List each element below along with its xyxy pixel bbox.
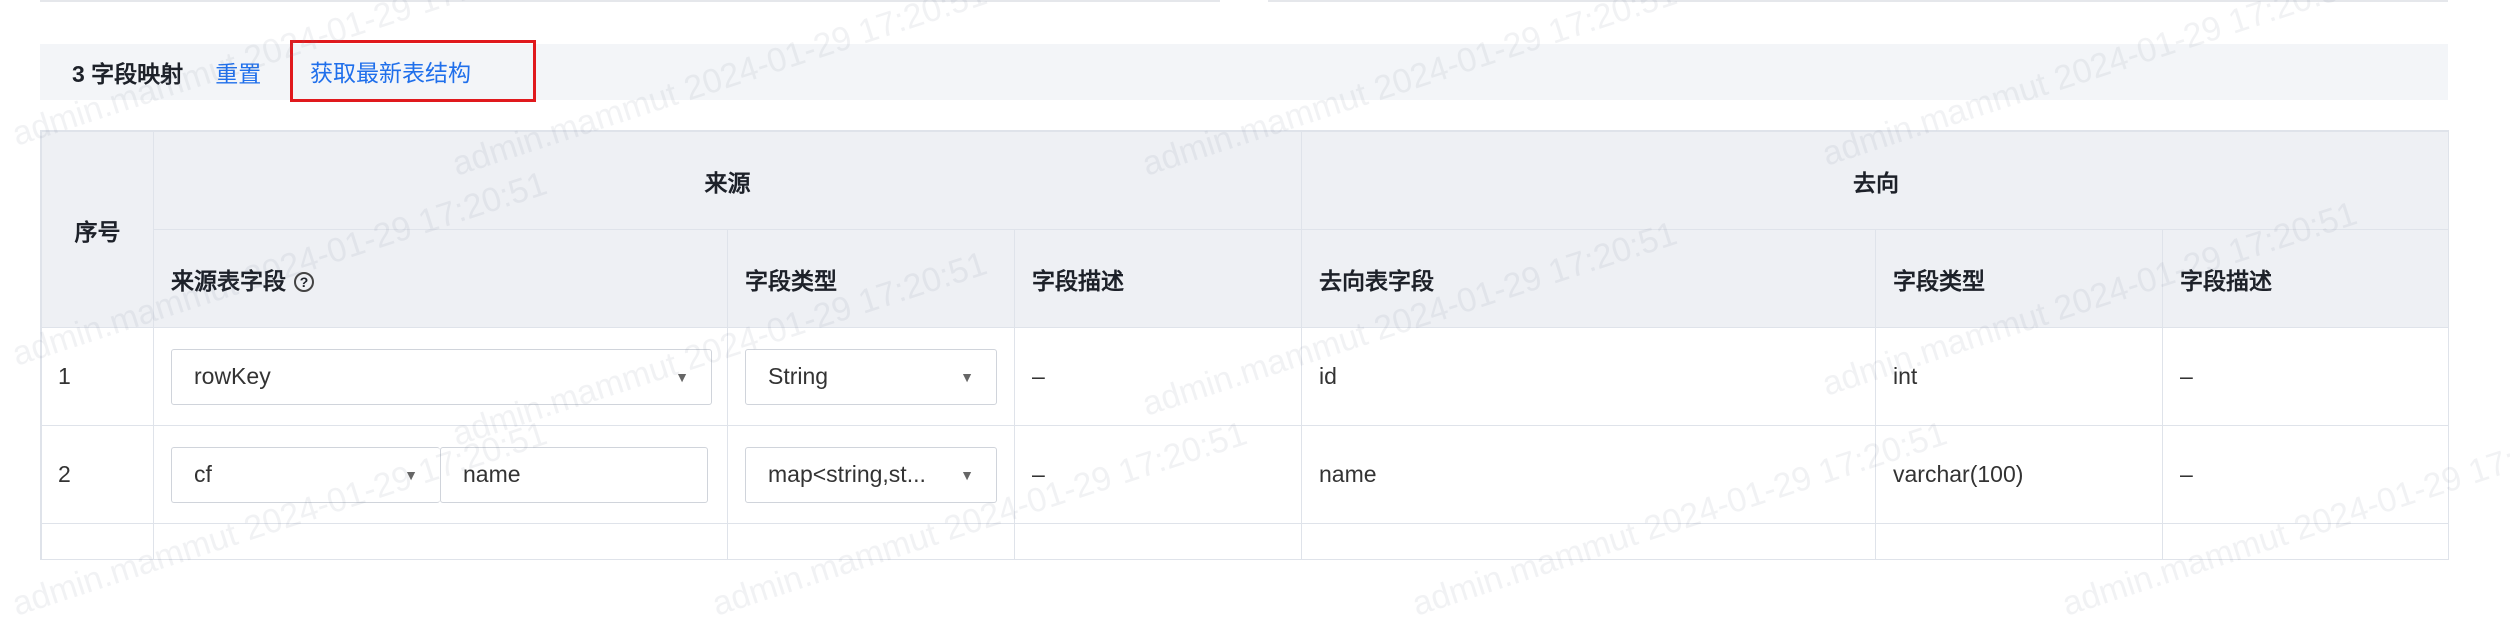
source-type-cell: String ▼ (727, 327, 1015, 426)
top-card-right-edge (1268, 0, 2448, 2)
source-type-select[interactable]: String ▼ (745, 348, 997, 405)
source-desc-cell: – (1013, 425, 1303, 524)
section-title: 3 字段映射 (72, 61, 184, 87)
target-field-cell: name (1301, 425, 1877, 524)
source-group-header: 来源 (152, 131, 1303, 230)
row-index: 1 (41, 327, 154, 426)
target-field-header: 去向表字段 (1301, 229, 1877, 328)
source-field-cell (153, 523, 728, 559)
source-field-value: rowKey (194, 363, 271, 389)
source-type-select[interactable]: map<string,st... ▼ (745, 446, 997, 503)
target-group-header: 去向 (1301, 131, 2448, 230)
source-type-value: map<string,st... (768, 461, 926, 487)
source-field-cell: rowKey ▼ (153, 327, 728, 426)
source-desc-cell: – (1013, 327, 1303, 426)
target-type-header: 字段类型 (1875, 229, 2164, 328)
column-name-value: name (463, 461, 521, 487)
column-name-input[interactable]: name (440, 446, 708, 503)
target-field-cell (1301, 523, 1877, 559)
caret-down-icon: ▼ (675, 368, 689, 385)
index-header: 序号 (41, 131, 154, 328)
source-type-cell (727, 523, 1015, 559)
fetch-latest-schema-button[interactable]: 获取最新表结构 (310, 54, 471, 88)
caret-down-icon: ▼ (404, 466, 418, 483)
table-row (41, 523, 2448, 559)
source-field-select[interactable]: rowKey ▼ (171, 348, 712, 405)
source-type-header: 字段类型 (727, 229, 1015, 328)
target-type-cell (1875, 523, 2164, 559)
target-desc-cell (2162, 523, 2448, 559)
row-index (41, 523, 154, 559)
field-mapping-table: 序号 来源 去向 来源表字段? 字段类型 字段描述 去向表字段 字段类型 字段描… (40, 130, 2449, 560)
target-type-cell: varchar(100) (1875, 425, 2164, 524)
source-field-cell: cf ▼ name (153, 425, 728, 524)
fetch-latest-schema-highlight: 获取最新表结构 (290, 40, 536, 102)
caret-down-icon: ▼ (960, 466, 974, 483)
top-card-left-edge (40, 0, 1220, 2)
column-family-value: cf (194, 461, 212, 487)
table-row: 2 cf ▼ name map<string,st... ▼ – name va… (41, 425, 2448, 524)
source-type-cell: map<string,st... ▼ (727, 425, 1015, 524)
source-desc-header: 字段描述 (1013, 229, 1303, 328)
row-index: 2 (41, 425, 154, 524)
caret-down-icon: ▼ (960, 368, 974, 385)
source-field-combo: cf ▼ name (171, 446, 726, 503)
question-circle-icon[interactable]: ? (294, 272, 314, 293)
column-family-select[interactable]: cf ▼ (171, 446, 440, 503)
target-desc-header: 字段描述 (2162, 229, 2448, 328)
target-desc-cell: – (2162, 425, 2448, 524)
source-desc-cell (1013, 523, 1303, 559)
source-type-value: String (768, 363, 829, 389)
source-field-header-label: 来源表字段 (171, 267, 286, 294)
target-desc-cell: – (2162, 327, 2448, 426)
table-row: 1 rowKey ▼ String ▼ – id int – (41, 327, 2448, 426)
target-field-cell: id (1301, 327, 1877, 426)
source-field-header: 来源表字段? (153, 229, 728, 328)
target-type-cell: int (1875, 327, 2164, 426)
reset-button[interactable]: 重置 (215, 55, 261, 89)
